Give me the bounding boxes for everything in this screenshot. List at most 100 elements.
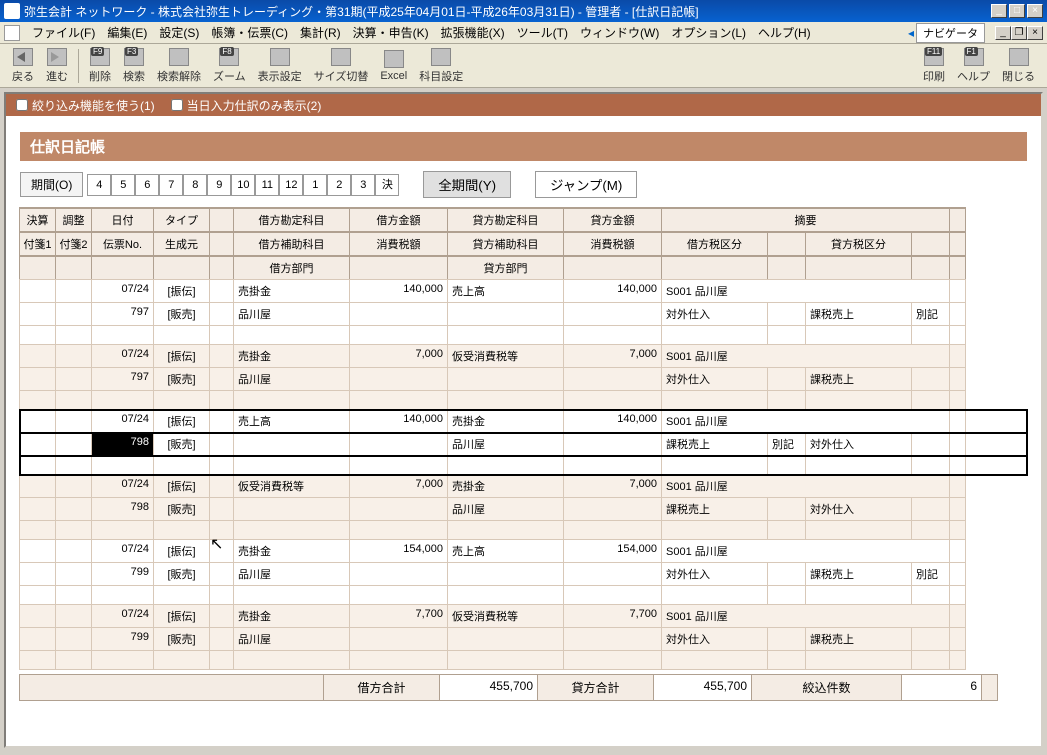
month-button-11[interactable]: 11 [255,174,279,196]
grid-cell[interactable] [19,562,56,586]
today-only-checkbox[interactable]: 当日入力仕訳のみ表示(2) [171,97,322,114]
toolbar-close-button[interactable]: 閉じる [996,46,1041,86]
toolbar-account-button[interactable]: 科目設定 [413,46,469,86]
month-button-10[interactable]: 10 [231,174,255,196]
grid-cell[interactable]: S001 品川屋 [661,604,950,628]
grid-cell[interactable]: 7,000 [563,474,662,498]
grid-cell[interactable]: 売上高 [233,409,350,433]
column-header[interactable] [349,255,448,280]
grid-cell[interactable]: 別記 [911,562,950,586]
grid-cell[interactable] [349,497,448,521]
grid-cell[interactable]: 対外仕入 [661,627,768,651]
grid-cell[interactable] [767,497,806,521]
grid-cell[interactable] [55,409,92,433]
grid-cell[interactable] [349,627,448,651]
grid-cell[interactable]: [振伝] [153,539,210,563]
grid-cell[interactable] [233,497,350,521]
grid-cell[interactable] [209,279,234,303]
month-button-12[interactable]: 12 [279,174,303,196]
column-header[interactable]: 摘要 [661,207,950,232]
grid-cell[interactable]: 対外仕入 [661,367,768,391]
column-header[interactable]: 借方税区分 [661,231,768,256]
grid-cell[interactable] [949,562,966,586]
grid-cell[interactable] [209,432,234,456]
grid-cell[interactable] [209,367,234,391]
grid-cell[interactable]: 798 [91,497,154,521]
journal-entry-row[interactable]: 07/24[振伝]売掛金7,000仮受消費税等7,000S001 品川屋 [20,345,1027,368]
column-header[interactable] [911,231,950,256]
grid-cell[interactable] [209,409,234,433]
grid-cell[interactable]: 売掛金 [233,344,350,368]
grid-cell[interactable] [19,539,56,563]
grid-cell[interactable] [949,627,966,651]
toolbar-size-button[interactable]: サイズ切替 [308,46,375,86]
grid-cell[interactable] [209,604,234,628]
column-header[interactable]: 借方金額 [349,207,448,232]
grid-cell[interactable] [19,344,56,368]
grid-cell[interactable] [19,367,56,391]
toolbar-display-button[interactable]: 表示設定 [252,46,308,86]
column-header[interactable]: 借方部門 [233,255,350,280]
menu-item[interactable]: ファイル(F) [26,24,101,42]
month-button-3[interactable]: 3 [351,174,375,196]
column-header[interactable]: タイプ [153,207,210,232]
navigator-button[interactable]: ナビゲータ [916,23,985,43]
grid-cell[interactable]: 対外仕入 [805,432,912,456]
grid-cell[interactable]: 課税売上 [661,497,768,521]
menu-item[interactable]: ツール(T) [511,24,574,42]
grid-cell[interactable] [19,604,56,628]
month-button-7[interactable]: 7 [159,174,183,196]
grid-cell[interactable]: 品川屋 [233,302,350,326]
grid-cell[interactable]: 7,700 [563,604,662,628]
filter-checkbox[interactable]: 絞り込み機能を使う(1) [16,97,155,114]
grid-cell[interactable] [911,497,950,521]
menu-item[interactable]: ヘルプ(H) [752,24,817,42]
column-header[interactable]: 貸方部門 [447,255,564,280]
grid-cell[interactable] [19,497,56,521]
column-header[interactable]: 貸方勘定科目 [447,207,564,232]
mdi-close-button[interactable]: × [1027,26,1043,40]
journal-entry-row[interactable] [20,521,1027,540]
grid-cell[interactable]: 07/24 [91,604,154,628]
journal-entry-row[interactable]: 07/24[振伝]売掛金140,000売上高140,000S001 品川屋 [20,280,1027,303]
journal-entry-row[interactable]: 07/24[振伝]仮受消費税等7,000売掛金7,000S001 品川屋 [20,475,1027,498]
grid-cell[interactable]: 797 [91,367,154,391]
journal-entry-row[interactable]: 797[販売]品川屋対外仕入課税売上 [20,368,1027,391]
grid-cell[interactable]: 品川屋 [447,497,564,521]
grid-cell[interactable]: 仮受消費税等 [233,474,350,498]
grid-cell[interactable] [911,432,950,456]
grid-cell[interactable] [209,539,234,563]
grid-cell[interactable] [55,367,92,391]
grid-cell[interactable] [209,562,234,586]
journal-entry-row[interactable]: 799[販売]品川屋対外仕入課税売上別記 [20,563,1027,586]
grid-cell[interactable]: [販売] [153,367,210,391]
toolbar-excel-button[interactable]: Excel [374,48,413,84]
grid-cell[interactable]: 売上高 [447,539,564,563]
month-button-6[interactable]: 6 [135,174,159,196]
grid-cell[interactable]: [販売] [153,627,210,651]
column-header[interactable]: 借方勘定科目 [233,207,350,232]
menu-item[interactable]: 編集(E) [101,24,153,42]
column-header[interactable] [767,231,806,256]
column-header[interactable]: 付箋1 [19,231,56,256]
grid-cell[interactable] [55,497,92,521]
month-button-決[interactable]: 決 [375,174,399,196]
grid-cell[interactable]: S001 品川屋 [661,409,950,433]
jump-button[interactable]: ジャンプ(M) [535,171,637,198]
grid-cell[interactable] [949,432,966,456]
grid-cell[interactable] [563,302,662,326]
column-header[interactable] [767,255,806,280]
grid-cell[interactable]: 対外仕入 [805,497,912,521]
grid-cell[interactable] [55,344,92,368]
grid-cell[interactable]: 課税売上 [805,562,912,586]
month-button-8[interactable]: 8 [183,174,207,196]
column-header[interactable] [805,255,912,280]
grid-cell[interactable] [447,367,564,391]
grid-cell[interactable] [349,562,448,586]
column-header[interactable] [949,231,966,256]
grid-cell[interactable]: [販売] [153,497,210,521]
grid-cell[interactable] [19,409,56,433]
grid-cell[interactable] [19,627,56,651]
grid-cell[interactable] [19,432,56,456]
grid-cell[interactable]: [販売] [153,302,210,326]
